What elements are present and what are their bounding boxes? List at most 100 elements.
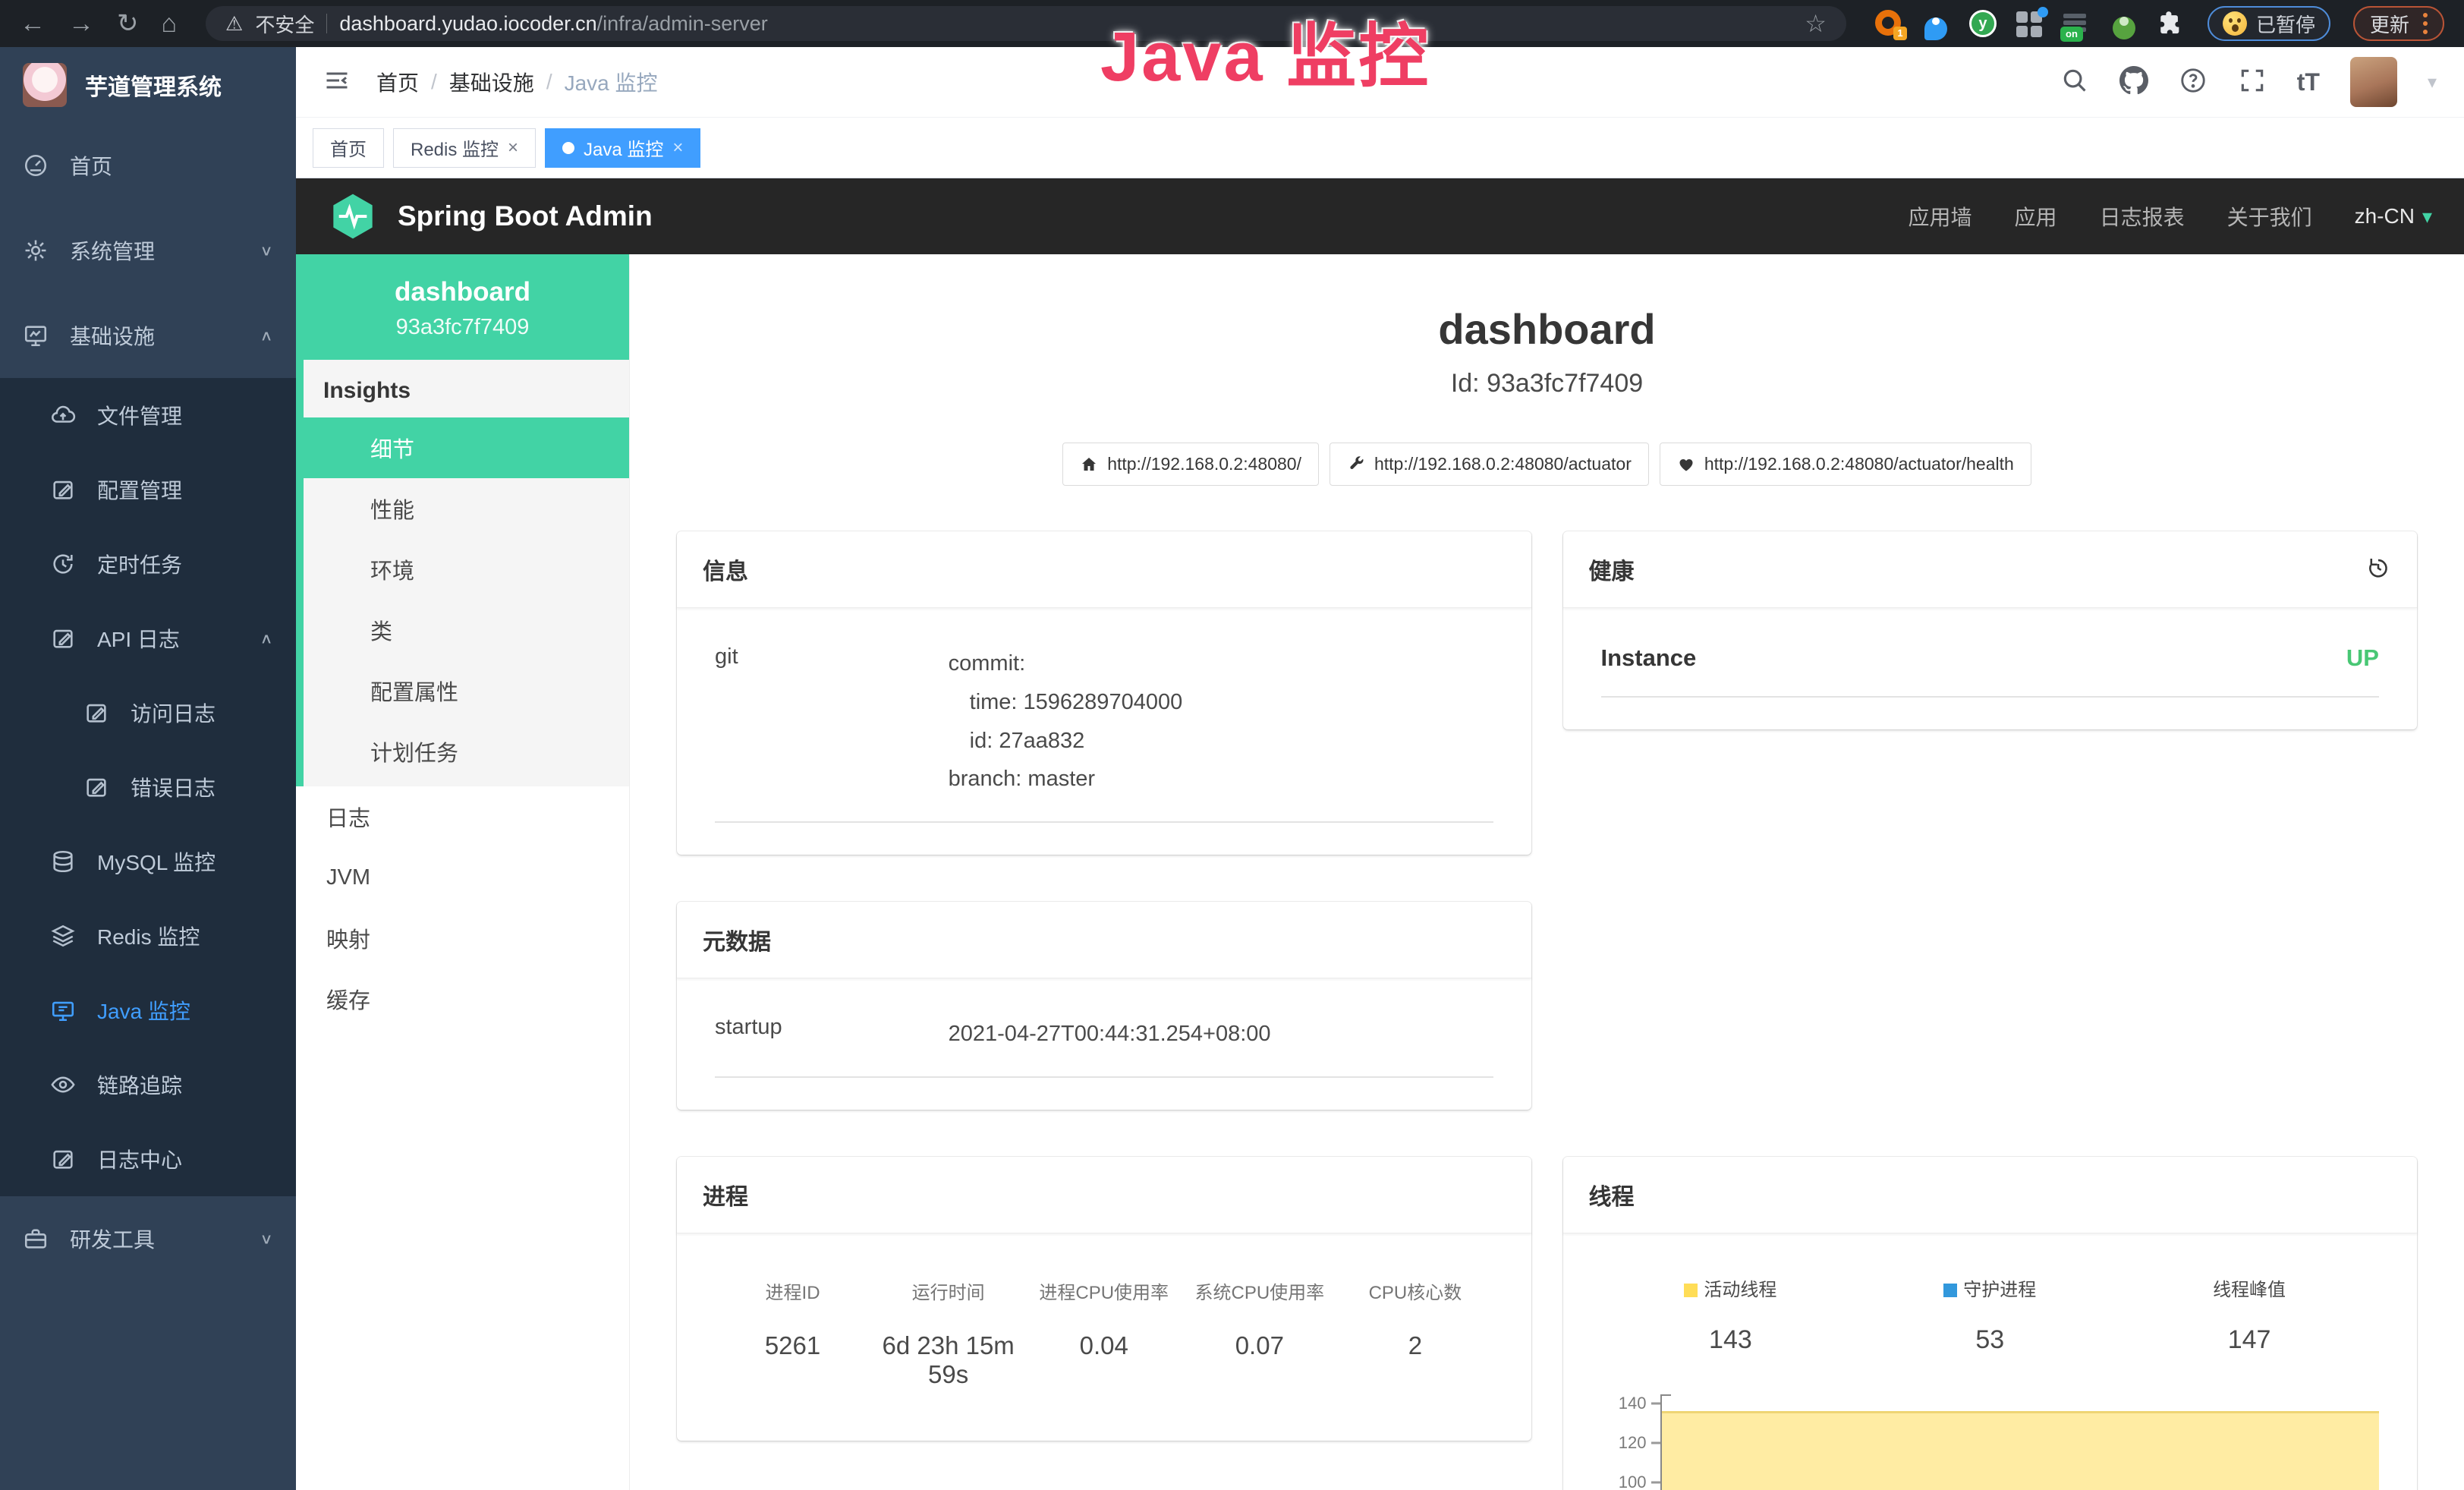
sidebar-item-dev-tools[interactable]: 研发工具 ∨ xyxy=(0,1196,296,1281)
chrome-update-button[interactable]: 更新 xyxy=(2353,6,2444,41)
sba-language-select[interactable]: zh-CN ▾ xyxy=(2355,204,2432,228)
extensions-puzzle-icon[interactable] xyxy=(2157,10,2185,37)
sba-title: Spring Boot Admin xyxy=(398,200,653,232)
address-bar[interactable]: ⚠ 不安全 dashboard.yudao.iocoder.cn/infra/a… xyxy=(206,6,1846,41)
sidebar-item-log-center[interactable]: 日志中心 xyxy=(0,1122,296,1196)
leaf-icon xyxy=(2113,17,2135,39)
help-icon[interactable] xyxy=(2179,66,2208,99)
legend-value: 147 xyxy=(2119,1325,2379,1355)
app-logo-row[interactable]: 芋道管理系统 xyxy=(0,47,296,123)
git-time-line: time: 1596289704000 xyxy=(949,683,1493,722)
sidebar-item-redis-monitor[interactable]: Redis 监控 xyxy=(0,899,296,973)
instance-menu-logs[interactable]: 日志 xyxy=(296,786,629,847)
sidebar-item-home[interactable]: 首页 xyxy=(0,123,296,208)
forward-icon[interactable]: → xyxy=(68,11,94,36)
process-col-header: 运行时间 xyxy=(870,1277,1026,1304)
insights-group: Insights 细节 性能 环境 类 配置属性 计划任务 xyxy=(296,360,629,786)
tab-java-monitor[interactable]: Java 监控 × xyxy=(545,128,700,168)
instance-menu-jvm[interactable]: JVM xyxy=(296,847,629,908)
tab-close-icon[interactable]: × xyxy=(508,137,518,159)
instance-menu-classes[interactable]: 类 xyxy=(304,600,629,660)
tab-home[interactable]: 首页 xyxy=(313,128,384,168)
sidebar-item-mysql-monitor[interactable]: MySQL 监控 xyxy=(0,824,296,899)
sidebar-item-label: API 日志 xyxy=(97,623,180,654)
infra-monitor-icon xyxy=(23,323,49,348)
tab-redis-monitor[interactable]: Redis 监控 × xyxy=(393,128,536,168)
instance-menu-environment[interactable]: 环境 xyxy=(304,539,629,600)
legend-swatch-blue xyxy=(1943,1284,1957,1297)
y-tick-mark xyxy=(1651,1481,1660,1483)
sidebar-item-tracing[interactable]: 链路追踪 xyxy=(0,1047,296,1122)
instance-menu-config-props[interactable]: 配置属性 xyxy=(304,660,629,721)
extension-count-badge: 1 xyxy=(1893,27,1907,40)
wrench-icon xyxy=(1347,455,1365,474)
search-icon[interactable] xyxy=(2060,66,2089,99)
sidebar-item-infra[interactable]: 基础设施 ∧ xyxy=(0,293,296,378)
extension-icon-green-leaf[interactable] xyxy=(2110,10,2138,37)
back-icon[interactable]: ← xyxy=(20,11,46,36)
breadcrumb-infra[interactable]: 基础设施 xyxy=(449,67,534,97)
sba-nav-applications[interactable]: 应用 xyxy=(2015,201,2057,232)
browser-menu-icon[interactable] xyxy=(2423,13,2428,34)
extension-row: 1 y on xyxy=(1875,10,2185,37)
instance-header[interactable]: dashboard 93a3fc7f7409 xyxy=(296,254,629,360)
github-icon[interactable] xyxy=(2119,66,2148,99)
sba-nav-about[interactable]: 关于我们 xyxy=(2227,201,2312,232)
sidebar-item-error-log[interactable]: 错误日志 xyxy=(0,750,296,824)
extension-icon-grid[interactable] xyxy=(2016,10,2044,37)
sidebar-item-label: 链路追踪 xyxy=(97,1069,182,1100)
sba-language-value: zh-CN xyxy=(2355,204,2415,228)
legend-label: 线程峰值 xyxy=(2213,1280,2286,1300)
extension-icon-green-y[interactable]: y xyxy=(1969,10,1997,37)
security-label: 不安全 xyxy=(255,10,314,38)
instance-menu-caches[interactable]: 缓存 xyxy=(296,969,629,1029)
instance-hero: dashboard Id: 93a3fc7f7409 http://192.16… xyxy=(677,254,2417,486)
sidebar-item-config-management[interactable]: 配置管理 xyxy=(0,452,296,527)
info-card-body: git commit: time: 1596289704000 id: 27aa… xyxy=(677,608,1531,855)
log-edit-icon xyxy=(50,1146,76,1172)
instance-id: 93a3fc7f7409 xyxy=(308,315,617,340)
instance-menu-metrics[interactable]: 性能 xyxy=(304,478,629,539)
extension-icon-orange[interactable]: 1 xyxy=(1875,10,1902,37)
font-size-icon[interactable]: tT xyxy=(2297,68,2320,96)
user-avatar[interactable] xyxy=(2350,57,2397,107)
fullscreen-icon[interactable] xyxy=(2238,66,2267,99)
process-col-cpu-cores: CPU核心数 2 xyxy=(1337,1277,1493,1389)
actuator-url-button[interactable]: http://192.168.0.2:48080/actuator xyxy=(1330,443,1649,486)
sidebar-item-access-log[interactable]: 访问日志 xyxy=(0,676,296,750)
tab-label: Java 监控 xyxy=(584,134,663,161)
history-icon[interactable] xyxy=(2365,555,2391,584)
on-badge: on xyxy=(2060,27,2083,42)
instance-menu-details[interactable]: 细节 xyxy=(296,417,629,478)
sidebar-item-label: 配置管理 xyxy=(97,474,182,505)
threads-card-header: 线程 xyxy=(1563,1157,2418,1233)
sidebar-item-api-log[interactable]: API 日志 ∧ xyxy=(0,601,296,676)
reload-icon[interactable]: ↻ xyxy=(117,11,139,36)
sba-nav-journal[interactable]: 日志报表 xyxy=(2100,201,2185,232)
instance-menu-scheduled-tasks[interactable]: 计划任务 xyxy=(304,721,629,782)
tab-close-icon[interactable]: × xyxy=(672,137,683,159)
sidebar-item-scheduled-jobs[interactable]: 定时任务 xyxy=(0,527,296,601)
bookmark-star-icon[interactable]: ☆ xyxy=(1805,9,1827,38)
home-icon xyxy=(1080,455,1098,474)
health-url-button[interactable]: http://192.168.0.2:48080/actuator/health xyxy=(1660,443,2031,486)
sidebar-item-file-management[interactable]: 文件管理 xyxy=(0,378,296,452)
extension-icon-pin[interactable] xyxy=(1922,10,1949,37)
sidebar-item-system[interactable]: 系统管理 ∨ xyxy=(0,208,296,293)
sidebar-collapse-icon[interactable] xyxy=(323,67,351,98)
breadcrumb-home[interactable]: 首页 xyxy=(376,67,419,97)
sidebar-item-java-monitor[interactable]: Java 监控 xyxy=(0,973,296,1047)
sba-nav-wallboard[interactable]: 应用墙 xyxy=(1909,201,1972,232)
live-threads-area-series xyxy=(1662,1411,2380,1490)
log-edit-icon xyxy=(83,700,109,726)
cloud-upload-icon xyxy=(50,402,76,428)
process-col-value: 6d 23h 15m 59s xyxy=(870,1331,1026,1389)
sidebar-item-label: 研发工具 xyxy=(70,1224,155,1254)
service-url-button[interactable]: http://192.168.0.2:48080/ xyxy=(1062,443,1319,486)
home-icon[interactable]: ⌂ xyxy=(162,11,178,36)
profile-paused-badge[interactable]: 已暂停 xyxy=(2208,6,2330,41)
update-label: 更新 xyxy=(2370,10,2409,38)
instance-menu-mappings[interactable]: 映射 xyxy=(296,908,629,969)
extension-icon-tampermonkey[interactable]: on xyxy=(2063,10,2091,37)
avatar-caret-icon[interactable]: ▾ xyxy=(2428,71,2437,93)
